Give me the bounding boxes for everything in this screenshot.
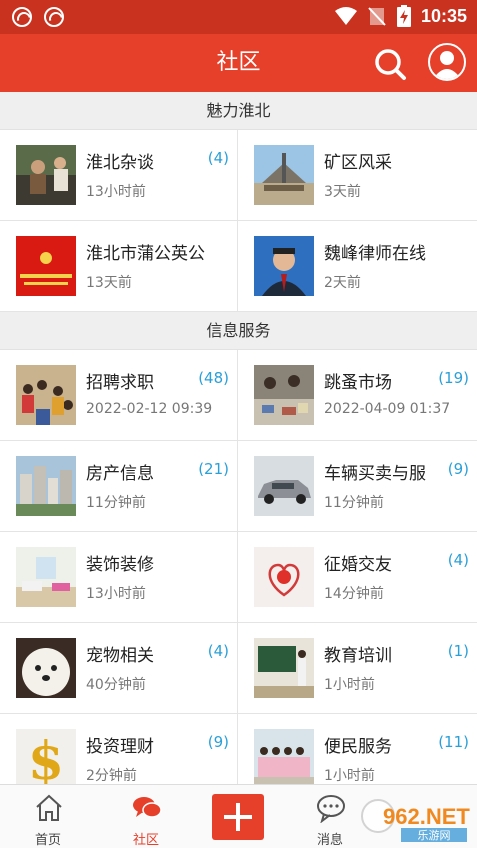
notification-app-icon [44, 7, 64, 27]
last-update-time: 14分钟前 [324, 586, 384, 602]
section-header: 信息服务 [0, 312, 477, 350]
last-update-time: 1小时前 [324, 677, 375, 693]
post-count: (11) [438, 733, 469, 751]
forum-title: 房产信息 [86, 464, 154, 484]
watermark-logo: 962.NET 乐游网 [361, 799, 470, 842]
forum-item[interactable]: 招聘求职 (48) 2022-02-12 09:39 [0, 350, 238, 441]
watermark-text: 962.NET [383, 804, 470, 829]
forum-item[interactable]: 宠物相关 (4) 40分钟前 [0, 623, 238, 714]
forum-thumbnail [254, 547, 314, 607]
forum-item[interactable]: 教育培训 (1) 1小时前 [238, 623, 477, 714]
forum-item[interactable]: 便民服务 (11) 1小时前 [238, 714, 477, 784]
top-navbar: 社区 [0, 34, 477, 92]
section-grid: 招聘求职 (48) 2022-02-12 09:39 跳蚤市场 (19) 202… [0, 350, 477, 784]
forum-item[interactable]: 魏峰律师在线 2天前 [238, 221, 477, 312]
last-update-time: 2分钟前 [86, 768, 137, 784]
profile-icon[interactable] [428, 43, 466, 81]
battery-charging-icon [396, 5, 411, 27]
community-content[interactable]: 魅力淮北 淮北杂谈 (4) 13小时前 矿区风采 3天前 淮北市蒲公英公 13天… [0, 92, 477, 784]
last-update-time: 2天前 [324, 275, 361, 291]
search-icon[interactable] [372, 46, 408, 82]
forum-title: 征婚交友 [324, 555, 392, 575]
forum-item[interactable]: 矿区风采 3天前 [238, 130, 477, 221]
last-update-time: 3天前 [324, 184, 361, 200]
forum-title: 车辆买卖与服 [324, 464, 426, 484]
bottom-tabbar: 首页 社区 消息 962.NET 乐游网 [0, 784, 477, 848]
status-bar: 10:35 [0, 0, 477, 34]
status-time: 10:35 [420, 5, 467, 26]
forum-item[interactable]: 淮北杂谈 (4) 13小时前 [0, 130, 238, 221]
forum-title: 便民服务 [324, 737, 392, 757]
forum-thumbnail [16, 365, 76, 425]
post-count: (4) [207, 642, 229, 660]
forum-title: 淮北市蒲公英公 [86, 244, 205, 264]
forum-item[interactable]: 车辆买卖与服 (9) 11分钟前 [238, 441, 477, 532]
home-icon [36, 794, 62, 821]
last-update-time: 2022-04-09 01:37 [324, 401, 451, 417]
last-update-time: 13小时前 [86, 184, 146, 200]
forum-title: 装饰装修 [86, 555, 154, 575]
post-count: (9) [447, 460, 469, 478]
notification-app-icon [12, 7, 32, 27]
svg-text:$: $ [28, 731, 64, 784]
forum-item[interactable]: 房产信息 (21) 11分钟前 [0, 441, 238, 532]
post-count: (21) [198, 460, 229, 478]
chat-bubbles-icon [133, 797, 162, 818]
forum-thumbnail [16, 456, 76, 516]
forum-title: 教育培训 [324, 646, 392, 666]
forum-item[interactable]: $ 投资理财 (9) 2分钟前 [0, 714, 238, 784]
tab-home[interactable]: 首页 [8, 785, 88, 848]
forum-thumbnail [254, 236, 314, 296]
forum-title: 宠物相关 [86, 646, 154, 666]
post-count: (48) [198, 369, 229, 387]
last-update-time: 40分钟前 [86, 677, 146, 693]
forum-item[interactable]: 征婚交友 (4) 14分钟前 [238, 532, 477, 623]
forum-thumbnail [254, 365, 314, 425]
forum-item[interactable]: 淮北市蒲公英公 13天前 [0, 221, 238, 312]
forum-thumbnail: $ [16, 729, 76, 784]
tab-community-label: 社区 [132, 833, 159, 848]
last-update-time: 13天前 [86, 275, 132, 291]
forum-item[interactable]: 装饰装修 13小时前 [0, 532, 238, 623]
forum-thumbnail [16, 547, 76, 607]
no-signal-icon [368, 7, 386, 26]
forum-item[interactable]: 跳蚤市场 (19) 2022-04-09 01:37 [238, 350, 477, 441]
new-post-plus-button[interactable] [212, 794, 264, 840]
section-grid: 淮北杂谈 (4) 13小时前 矿区风采 3天前 淮北市蒲公英公 13天前 魏峰律… [0, 130, 477, 312]
post-count: (9) [207, 733, 229, 751]
forum-title: 矿区风采 [324, 153, 392, 173]
forum-title: 招聘求职 [86, 373, 154, 393]
last-update-time: 2022-02-12 09:39 [86, 401, 213, 417]
forum-title: 投资理财 [86, 737, 154, 757]
post-count: (4) [207, 149, 229, 167]
post-count: (1) [447, 642, 469, 660]
forum-thumbnail [16, 236, 76, 296]
forum-title: 魏峰律师在线 [324, 244, 426, 264]
last-update-time: 1小时前 [324, 768, 375, 784]
post-count: (4) [447, 551, 469, 569]
last-update-time: 11分钟前 [324, 495, 384, 511]
wifi-icon [334, 7, 357, 25]
forum-thumbnail [16, 638, 76, 698]
last-update-time: 11分钟前 [86, 495, 146, 511]
forum-title: 跳蚤市场 [324, 373, 392, 393]
last-update-time: 13小时前 [86, 586, 146, 602]
forum-title: 淮北杂谈 [86, 153, 154, 173]
section-header: 魅力淮北 [0, 92, 477, 130]
forum-thumbnail [254, 456, 314, 516]
tab-home-label: 首页 [34, 833, 61, 848]
forum-thumbnail [16, 145, 76, 205]
forum-thumbnail [254, 145, 314, 205]
forum-thumbnail [254, 729, 314, 784]
tab-community[interactable]: 社区 [106, 785, 186, 848]
post-count: (19) [438, 369, 469, 387]
forum-thumbnail [254, 638, 314, 698]
watermark-subtext: 乐游网 [418, 829, 451, 842]
